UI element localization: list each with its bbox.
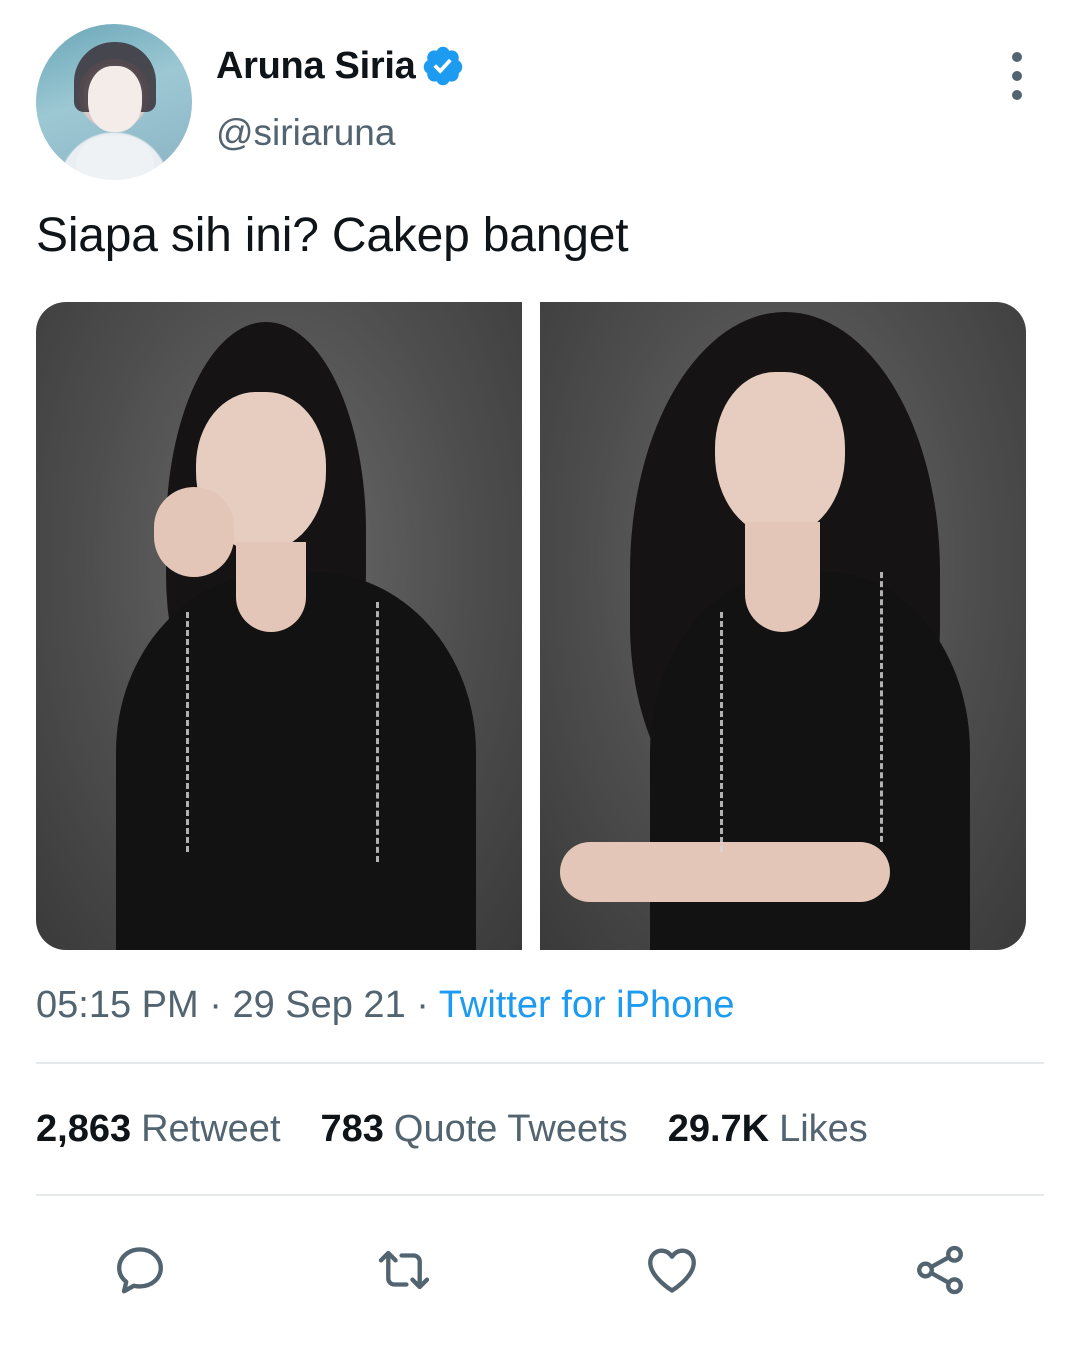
avatar-face xyxy=(88,66,142,132)
author-avatar[interactable] xyxy=(36,24,192,180)
meta-separator: · xyxy=(198,984,233,1026)
tweet-time[interactable]: 05:15 PM xyxy=(36,984,199,1026)
photo-dress-pattern xyxy=(880,572,886,842)
photo-dress-pattern xyxy=(186,612,192,852)
share-icon xyxy=(917,1245,963,1295)
stat-count: 2,863 xyxy=(36,1108,132,1150)
share-button[interactable] xyxy=(910,1240,970,1300)
author-handle[interactable]: @siriaruna xyxy=(216,112,395,154)
tweet-source-link[interactable]: Twitter for iPhone xyxy=(439,984,735,1026)
tweet-text: Siapa sih ini? Cakep banget xyxy=(36,209,629,262)
likes-count[interactable]: 29.7K Likes xyxy=(668,1108,868,1151)
tweet-date[interactable]: 29 Sep 21 xyxy=(232,984,405,1026)
more-dot xyxy=(1012,71,1022,81)
author-name[interactable]: Aruna Siria xyxy=(216,45,416,88)
tweet-media xyxy=(36,302,1026,950)
retweet-button[interactable] xyxy=(374,1240,434,1300)
tweet-meta: 05:15 PM · 29 Sep 21 · Twitter for iPhon… xyxy=(36,984,734,1027)
photo-hand xyxy=(154,487,234,577)
stat-count: 29.7K xyxy=(667,1108,770,1150)
verified-badge-icon xyxy=(424,46,463,86)
heart-icon xyxy=(648,1248,696,1293)
more-dot xyxy=(1012,90,1022,100)
retweet-icon xyxy=(378,1250,430,1290)
tweet-photo-1[interactable] xyxy=(36,302,522,950)
meta-separator: · xyxy=(405,984,439,1026)
avatar-neck xyxy=(76,136,154,180)
author-name-row[interactable]: Aruna Siria xyxy=(216,44,465,88)
stat-label: Likes xyxy=(779,1108,868,1150)
stat-label: Quote Tweets xyxy=(393,1108,628,1150)
photo-neck xyxy=(745,522,820,632)
reply-icon xyxy=(117,1247,163,1294)
more-dot xyxy=(1012,52,1022,62)
more-options-icon[interactable] xyxy=(1000,52,1034,100)
quote-tweets-count[interactable]: 783 Quote Tweets xyxy=(321,1108,628,1151)
tweet-stats: 2,863 Retweet 783 Quote Tweets 29.7K Likes xyxy=(36,1108,868,1151)
stat-count: 783 xyxy=(320,1108,384,1150)
photo-dress xyxy=(116,572,476,950)
photo-face xyxy=(715,372,845,537)
photo-neck xyxy=(236,542,306,632)
divider xyxy=(36,1062,1044,1064)
stat-label: Retweet xyxy=(141,1108,281,1150)
photo-dress-pattern xyxy=(720,612,726,852)
tweet-photo-2[interactable] xyxy=(540,302,1026,950)
photo-dress-pattern xyxy=(376,602,382,862)
retweet-count[interactable]: 2,863 Retweet xyxy=(36,1108,281,1151)
divider xyxy=(36,1194,1044,1196)
reply-button[interactable] xyxy=(110,1240,170,1300)
like-button[interactable] xyxy=(642,1240,702,1300)
